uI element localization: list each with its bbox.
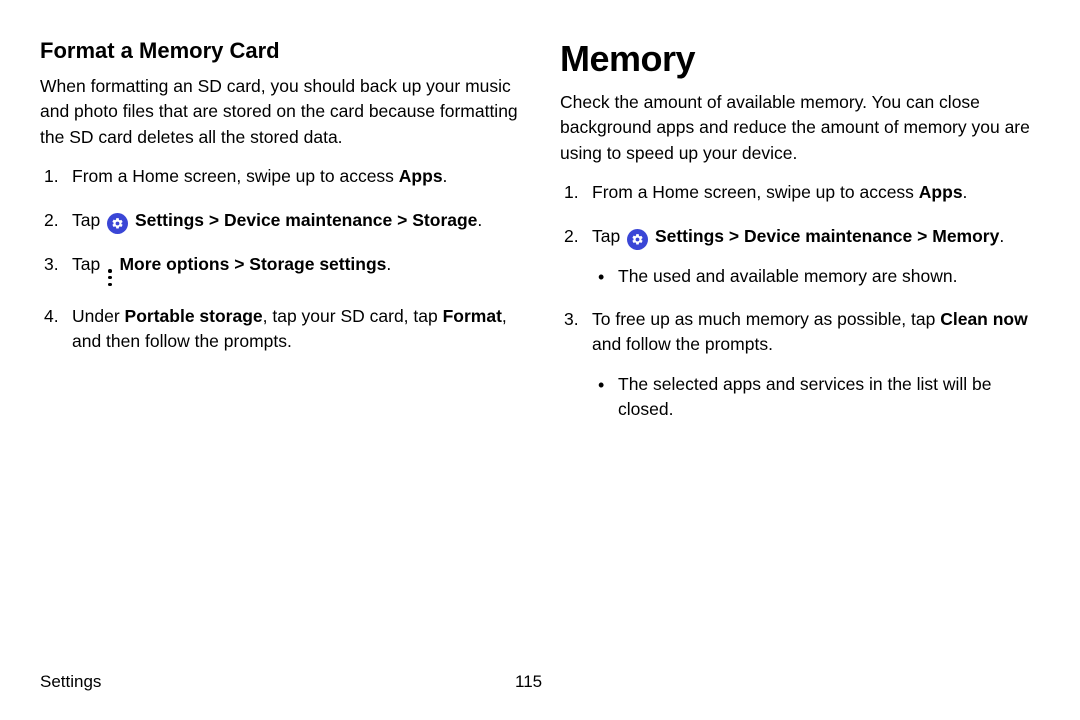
settings-label: Settings (655, 226, 724, 246)
steps-list-right: From a Home screen, swipe up to access A… (560, 180, 1040, 422)
steps-list-left: From a Home screen, swipe up to access A… (40, 164, 520, 355)
sub-item: The used and available memory are shown. (592, 264, 1040, 289)
settings-icon (627, 229, 648, 250)
separator: > (209, 210, 219, 230)
intro-paragraph-right: Check the amount of available memory. Yo… (560, 90, 1040, 166)
right-column: Memory Check the amount of available mem… (560, 38, 1040, 662)
step-right-3: To free up as much memory as possible, t… (560, 307, 1040, 423)
two-column-layout: Format a Memory Card When formatting an … (40, 38, 1040, 662)
memory-label: Memory (932, 226, 999, 246)
portable-storage-label: Portable storage (125, 306, 263, 326)
section-heading-memory: Memory (560, 38, 1040, 80)
format-label: Format (443, 306, 502, 326)
sub-list: The used and available memory are shown. (592, 264, 1040, 289)
intro-paragraph-left: When formatting an SD card, you should b… (40, 74, 520, 150)
step-left-1: From a Home screen, swipe up to access A… (40, 164, 520, 189)
left-column: Format a Memory Card When formatting an … (40, 38, 520, 662)
device-maintenance-label: Device maintenance (224, 210, 392, 230)
separator: > (729, 226, 739, 246)
footer-section-label: Settings (40, 672, 515, 692)
apps-label: Apps (399, 166, 443, 186)
settings-icon (107, 213, 128, 234)
text: , tap your SD card, tap (263, 306, 443, 326)
text: . (386, 254, 391, 274)
text: Tap (72, 254, 105, 274)
clean-now-label: Clean now (940, 309, 1028, 329)
text: . (443, 166, 448, 186)
page-number: 115 (515, 672, 565, 692)
device-maintenance-label: Device maintenance (744, 226, 912, 246)
step-right-2: Tap Settings > Device maintenance > Memo… (560, 224, 1040, 289)
separator: > (234, 254, 244, 274)
apps-label: Apps (919, 182, 963, 202)
text: From a Home screen, swipe up to access (592, 182, 919, 202)
manual-page: Format a Memory Card When formatting an … (0, 0, 1080, 720)
step-left-3: Tap More options > Storage settings. (40, 252, 520, 287)
sub-item: The selected apps and services in the li… (592, 372, 1040, 423)
step-left-2: Tap Settings > Device maintenance > Stor… (40, 208, 520, 234)
storage-settings-label: Storage settings (249, 254, 386, 274)
text: . (477, 210, 482, 230)
settings-label: Settings (135, 210, 204, 230)
step-left-4: Under Portable storage, tap your SD card… (40, 304, 520, 355)
storage-label: Storage (412, 210, 477, 230)
text: From a Home screen, swipe up to access (72, 166, 399, 186)
text: Under (72, 306, 125, 326)
text: and follow the prompts. (592, 334, 773, 354)
section-heading-format: Format a Memory Card (40, 38, 520, 64)
text: Tap (72, 210, 105, 230)
text: To free up as much memory as possible, t… (592, 309, 940, 329)
text: . (963, 182, 968, 202)
more-options-icon (108, 269, 112, 286)
sub-list: The selected apps and services in the li… (592, 372, 1040, 423)
more-options-label: More options (119, 254, 229, 274)
separator: > (917, 226, 927, 246)
page-footer: Settings 115 (40, 662, 1040, 692)
text: Tap (592, 226, 625, 246)
separator: > (397, 210, 407, 230)
text: . (999, 226, 1004, 246)
step-right-1: From a Home screen, swipe up to access A… (560, 180, 1040, 205)
